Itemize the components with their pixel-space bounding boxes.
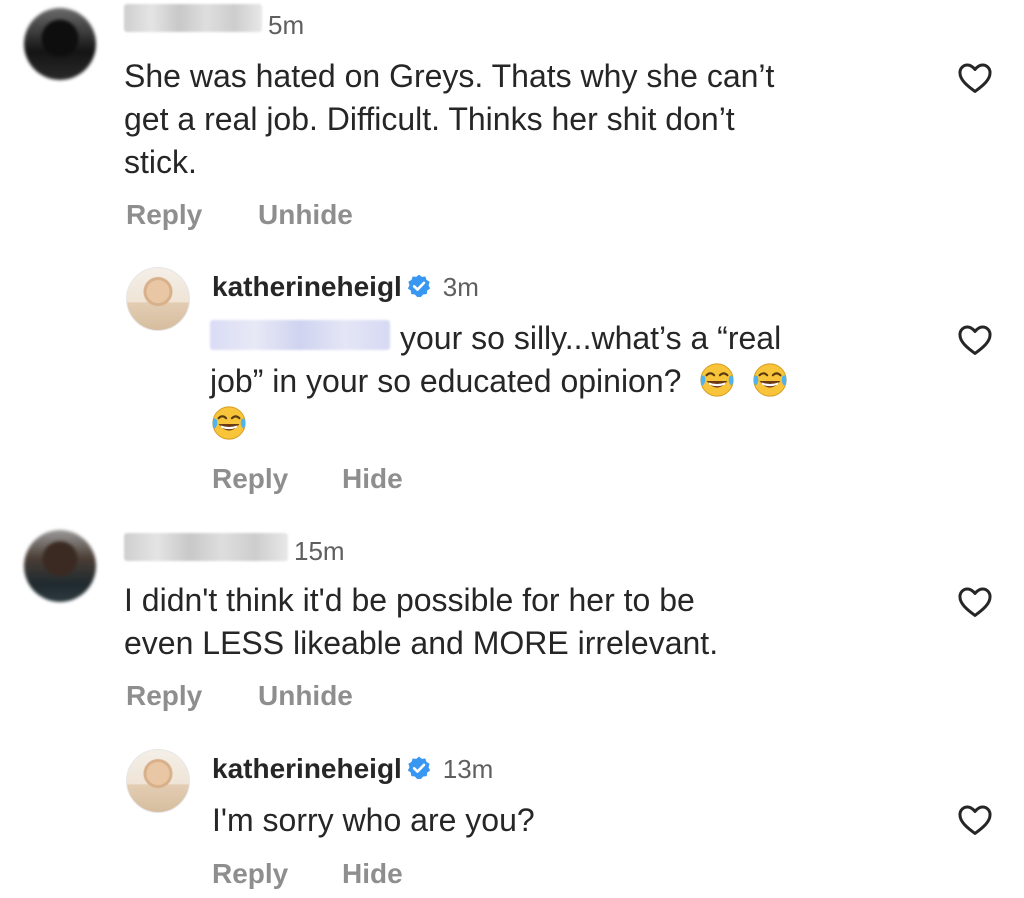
comment-text: She was hated on Greys. Thats why she ca… bbox=[124, 55, 924, 184]
unhide-button[interactable]: Unhide bbox=[258, 199, 353, 231]
reply-button[interactable]: Reply bbox=[126, 199, 202, 231]
commenter-username-redacted[interactable] bbox=[124, 4, 262, 32]
face-with-tears-of-joy-emoji bbox=[700, 363, 734, 397]
reply-text: your so silly...what’s a “real job” in y… bbox=[210, 317, 910, 446]
comment-text-line: stick. bbox=[124, 144, 197, 180]
comment-text-line: I didn't think it'd be possible for her … bbox=[124, 582, 695, 618]
commenter-avatar[interactable] bbox=[24, 530, 96, 602]
katherineheigl-avatar[interactable] bbox=[126, 267, 190, 331]
comment-text: I didn't think it'd be possible for her … bbox=[124, 579, 924, 665]
reply-button[interactable]: Reply bbox=[126, 680, 202, 712]
like-heart-icon[interactable] bbox=[955, 583, 995, 621]
like-heart-icon[interactable] bbox=[955, 801, 995, 839]
verified-badge-icon bbox=[408, 274, 431, 298]
comment-text-line: She was hated on Greys. Thats why she ca… bbox=[124, 58, 775, 94]
face-with-tears-of-joy-emoji bbox=[753, 363, 787, 397]
comment-timestamp: 15m bbox=[294, 536, 345, 566]
hide-button[interactable]: Hide bbox=[342, 858, 403, 890]
reply-username[interactable]: katherineheigl bbox=[212, 753, 402, 784]
comment-timestamp: 5m bbox=[268, 10, 305, 40]
reply-text-line bbox=[210, 403, 910, 446]
reply-header: katherineheigl 13m bbox=[212, 753, 493, 785]
reply-timestamp: 13m bbox=[442, 754, 494, 784]
commenter-username-redacted[interactable] bbox=[124, 533, 288, 561]
commenter-avatar[interactable] bbox=[24, 8, 96, 80]
reply-button[interactable]: Reply bbox=[212, 463, 288, 495]
reply-username[interactable]: katherineheigl bbox=[212, 271, 402, 302]
verified-badge-icon bbox=[408, 756, 431, 780]
like-heart-icon[interactable] bbox=[955, 59, 995, 97]
hide-button[interactable]: Hide bbox=[342, 463, 403, 495]
reply-header: katherineheigl 3m bbox=[212, 271, 479, 303]
reply-text-line: your so silly...what’s a “real bbox=[400, 320, 782, 356]
reply-text: I'm sorry who are you? bbox=[212, 802, 535, 838]
reply-timestamp: 3m bbox=[442, 272, 479, 302]
reply-button[interactable]: Reply bbox=[212, 858, 288, 890]
comment-text-line: get a real job. Difficult. Thinks her sh… bbox=[124, 101, 735, 137]
katherineheigl-avatar[interactable] bbox=[126, 749, 190, 813]
comment-text-line: even LESS likeable and MORE irrelevant. bbox=[124, 625, 719, 661]
reply-text-line: job” in your so educated opinion? bbox=[210, 360, 910, 403]
like-heart-icon[interactable] bbox=[955, 321, 995, 359]
face-with-tears-of-joy-emoji bbox=[212, 406, 246, 440]
unhide-button[interactable]: Unhide bbox=[258, 680, 353, 712]
